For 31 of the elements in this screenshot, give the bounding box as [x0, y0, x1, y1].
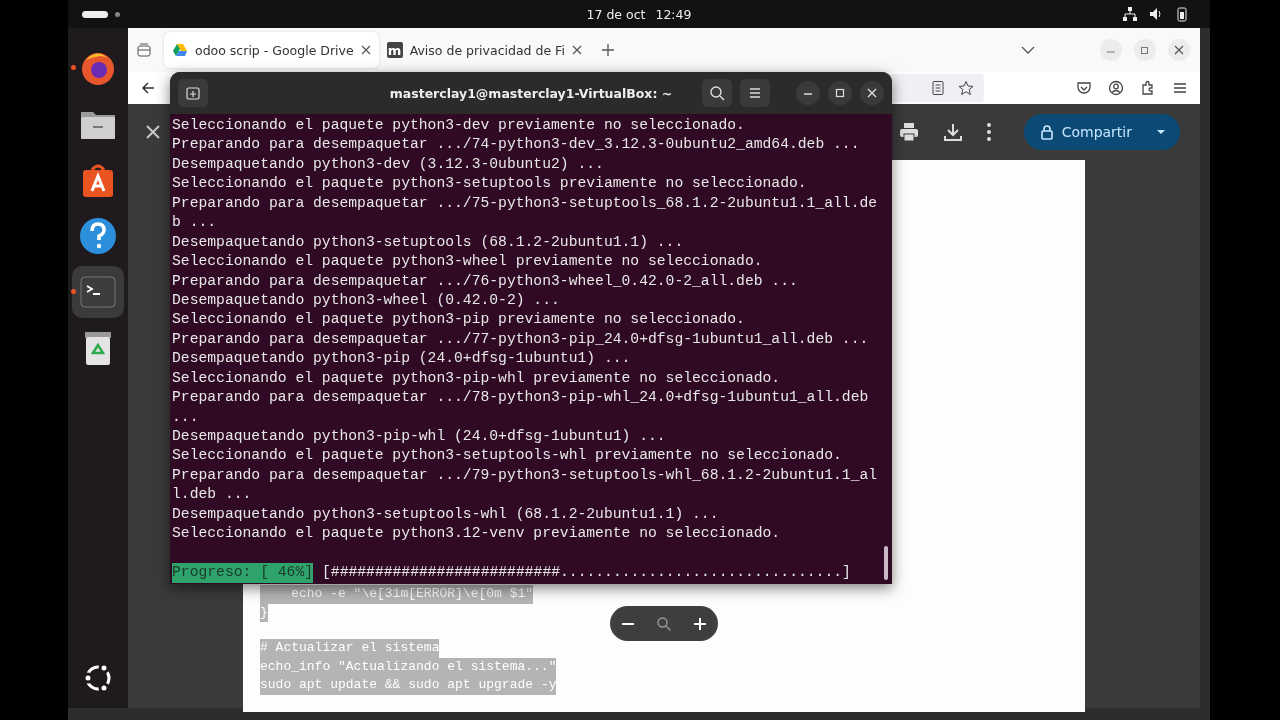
- browser-tab[interactable]: odoo scrip - Google Drive: [164, 32, 379, 68]
- window-title: masterclay1@masterclay1-VirtualBox: ~: [388, 85, 674, 101]
- terminal-line: Preparando para desempaquetar .../78-python3-pip-whl_24.0+dfsg-1ubuntu1_all.deb: [172, 388, 869, 408]
- browser-tab[interactable]: m Aviso de privacidad de Fi: [378, 32, 590, 68]
- progress-bar-text: [##########################................................]: [322, 563, 851, 583]
- terminal-line: Seleccionando el paquete python3.12-venv previamente no seleccionado.: [172, 524, 781, 544]
- terminal-line: Preparando para desempaquetar .../75-python3-setuptools_68.1.2-2ubuntu1.1_all.de: [172, 193, 878, 213]
- site-favicon: m: [386, 42, 403, 58]
- terminal-line: Preparando para desempaquetar .../77-python3-pip_24.0+dfsg-1ubuntu1_all.deb ...: [172, 329, 869, 349]
- terminal-line: Desempaquetando python3-dev (3.12.3-0ubuntu2) ...: [172, 154, 604, 174]
- terminal-line: l.deb ...: [172, 485, 252, 505]
- terminal-line: Seleccionando el paquete python3-dev previamente no seleccionado.: [172, 116, 745, 135]
- terminal-line: Seleccionando el paquete python3-setuptools previamente no seleccionado.: [172, 174, 807, 194]
- terminal-line: Preparando para desempaquetar .../79-python3-setuptools-whl_68.1.2-2ubuntu1.1_al: [172, 465, 878, 485]
- clock-date: 17 de oct: [586, 6, 646, 22]
- terminal-line: Seleccionando el paquete python3-wheel previamente no seleccionado.: [172, 252, 763, 272]
- terminal-line: Preparando para desempaquetar .../74-python3-dev_3.12.3-0ubuntu2_amd64.deb ...: [172, 135, 860, 155]
- progress-label: Progreso: [ 46%]: [172, 563, 314, 583]
- terminal-line: Seleccionando el paquete python3-pip-whl previamente no seleccionado.: [172, 368, 781, 388]
- terminal-line: Seleccionando el paquete python3-setuptools-whl previamente no seleccionado.: [172, 446, 842, 466]
- terminal-line: Desempaquetando python3-pip-whl (24.0+dfsg-1ubuntu1) ...: [172, 427, 666, 446]
- share-button[interactable]: Compartir: [1023, 114, 1180, 150]
- terminal-line: b ...: [172, 213, 217, 233]
- terminal-line: Seleccionando el paquete python3-pip previamente no seleccionado.: [172, 310, 745, 330]
- terminal-line: Preparando para desempaquetar .../76-python3-wheel_0.42.0-2_all.deb ...: [172, 271, 798, 291]
- terminal-line: Desempaquetando python3-wheel (0.42.0-2) ...: [172, 290, 560, 310]
- terminal-line: Desempaquetando python3-setuptools-whl (68.1.2-2ubuntu1.1) ...: [172, 504, 719, 524]
- clock-time: 12:49: [655, 6, 692, 22]
- terminal-line: Desempaquetando python3-pip (24.0+dfsg-1ubuntu1) ...: [172, 349, 631, 369]
- terminal-line: Desempaquetando python3-setuptools (68.1.2-2ubuntu1.1) ...: [172, 232, 684, 252]
- terminal-line: ...: [172, 407, 199, 427]
